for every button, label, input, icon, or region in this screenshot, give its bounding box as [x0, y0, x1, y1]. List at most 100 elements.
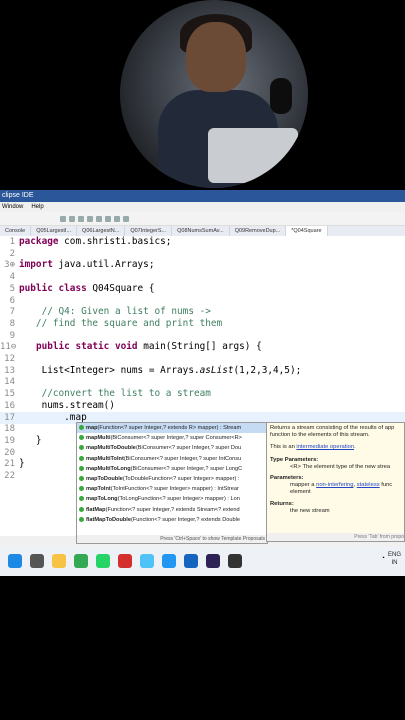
code-line[interactable]: 4: [0, 271, 405, 283]
code-line[interactable]: 2: [0, 248, 405, 260]
notepad-icon[interactable]: [140, 554, 154, 568]
code-line[interactable]: 6: [0, 295, 405, 307]
line-number: 14: [4, 377, 15, 388]
code-line[interactable]: 13 List<Integer> nums = Arrays.asList(1,…: [0, 365, 405, 377]
line-number: 18: [4, 424, 15, 435]
intermediate-operation-link[interactable]: intermediate operation: [296, 444, 354, 450]
files-icon[interactable]: [52, 554, 66, 568]
autocomplete-item[interactable]: mapMultiToInt(BiConsumer<? super Integer…: [77, 454, 267, 464]
obs-icon[interactable]: [228, 554, 242, 568]
toolbar: [0, 212, 405, 226]
line-number: 5: [9, 283, 15, 294]
public-method-icon: [79, 475, 84, 481]
line-number: 11⊖: [0, 342, 17, 353]
autocomplete-item[interactable]: flatMap(Function<? super Integer,? exten…: [77, 505, 267, 515]
line-number: 15: [4, 389, 15, 400]
menu-help[interactable]: Help: [31, 202, 43, 212]
line-number: 19: [4, 435, 15, 446]
autocomplete-popup: map(Function<? super Integer,? extends R…: [76, 422, 268, 544]
code-line[interactable]: 3⊕ import java.util.Arrays;: [0, 259, 405, 271]
non-interfering-link[interactable]: non-interfering: [316, 482, 353, 488]
public-method-icon: [79, 465, 84, 471]
autocomplete-item[interactable]: mapToLong(ToLongFunction<? super Integer…: [77, 494, 267, 504]
javadoc-popup: Returns a stream consisting of the resul…: [266, 422, 405, 542]
calendar-icon[interactable]: [162, 554, 176, 568]
search-icon[interactable]: [30, 554, 44, 568]
autocomplete-item[interactable]: mapMultiToLong(BiConsumer<? super Intege…: [77, 464, 267, 474]
presenter-head: [186, 22, 246, 92]
line-number: 2: [9, 248, 15, 259]
autocomplete-item[interactable]: mapToInt(ToIntFunction<? super Integer> …: [77, 484, 267, 494]
code-line[interactable]: 9: [0, 330, 405, 342]
windows-taskbar: ◔ ENG IN: [0, 546, 405, 576]
line-number: 20: [4, 447, 15, 458]
public-method-icon: [79, 506, 84, 512]
toolbar-icon[interactable]: [87, 215, 93, 222]
autocomplete-list: map(Function<? super Integer,? extends R…: [77, 423, 267, 525]
code-text: List<Integer> nums = Arrays.asList(1,2,3…: [19, 364, 302, 376]
code-line[interactable]: 11⊖ public static void main(String[] arg…: [0, 341, 405, 353]
javadoc-type-params-label: Type Parameters:: [270, 456, 319, 463]
code-text: package com.shristi.basics;: [19, 236, 172, 247]
toolbar-icon[interactable]: [105, 215, 111, 222]
public-method-icon: [79, 425, 84, 431]
code-line[interactable]: 16 nums.stream(): [0, 400, 405, 412]
start-icon[interactable]: [8, 554, 22, 568]
toolbar-icon[interactable]: [123, 215, 129, 222]
microphone: [270, 78, 292, 114]
stateless-link[interactable]: stateless: [357, 482, 380, 488]
line-number: 13: [4, 365, 15, 376]
lang-label: ENG: [387, 552, 401, 558]
javadoc-type-param: <R> The element type of the new strea: [290, 463, 391, 470]
code-text: public static void main(String[] args) {: [35, 341, 262, 353]
javadoc-op: This is an intermediate operation.: [270, 444, 356, 451]
menu-window[interactable]: Window: [2, 202, 23, 212]
javadoc-returns: the new stream: [290, 507, 330, 514]
javadoc-footer: Press 'Tab' from propo: [267, 533, 404, 541]
toolbar-icon[interactable]: [96, 215, 102, 222]
code-text: }: [19, 434, 42, 446]
code-line[interactable]: 14: [0, 376, 405, 388]
eclipse-icon[interactable]: [206, 554, 220, 568]
line-number: 9: [9, 330, 15, 341]
toolbar-icon[interactable]: [78, 215, 84, 222]
public-method-icon: [79, 486, 84, 492]
code-text: // find the square and print them: [19, 317, 223, 329]
chrome-icon[interactable]: [74, 554, 88, 568]
javadoc-params-label: Parameters:: [270, 475, 304, 482]
code-line[interactable]: 8 // find the square and print them: [0, 318, 405, 330]
code-line[interactable]: 12: [0, 353, 405, 365]
autocomplete-item[interactable]: mapMultiToDouble(BiConsumer<? super Inte…: [77, 443, 267, 453]
toolbar-icon[interactable]: [114, 215, 120, 222]
code-line[interactable]: 5 public class Q04Square {: [0, 283, 405, 295]
app-icon[interactable]: [184, 554, 198, 568]
code-text: import java.util.Arrays;: [19, 259, 155, 271]
code-line[interactable]: 15 //convert the list to a stream: [0, 388, 405, 400]
line-number: 8: [9, 318, 15, 329]
toolbar-icon[interactable]: [60, 215, 66, 222]
language-indicator[interactable]: ENG IN: [388, 551, 401, 567]
line-number: 4: [9, 272, 15, 283]
code-text: }: [19, 458, 25, 470]
region-label: IN: [391, 560, 398, 566]
line-number: 16: [4, 400, 15, 411]
wifi-icon[interactable]: ◔: [381, 555, 385, 562]
laptop: [208, 128, 298, 183]
public-method-icon: [79, 496, 84, 502]
autocomplete-item[interactable]: map(Function<? super Integer,? extends R…: [77, 423, 267, 434]
window-title: clipse IDE: [0, 190, 405, 202]
code-line[interactable]: 1 package com.shristi.basics;: [0, 236, 405, 248]
line-number: 3⊕: [4, 260, 15, 271]
autocomplete-item[interactable]: mapMulti(BiConsumer<? super Integer,? su…: [77, 433, 267, 443]
whatsapp-icon[interactable]: [96, 554, 110, 568]
toolbar-icon[interactable]: [69, 215, 75, 222]
code-text: public class Q04Square {: [19, 282, 155, 294]
line-number: 1: [9, 237, 15, 247]
autocomplete-item[interactable]: flatMapToDouble(Function<? super Integer…: [77, 515, 267, 525]
public-method-icon: [79, 455, 84, 461]
line-number: 6: [9, 295, 15, 306]
wps-icon[interactable]: [118, 554, 132, 568]
autocomplete-item[interactable]: mapToDouble(ToDoubleFunction<? super Int…: [77, 474, 267, 484]
code-line[interactable]: 7 // Q4: Given a list of nums ->: [0, 306, 405, 318]
code-text: nums.stream(): [19, 399, 115, 411]
